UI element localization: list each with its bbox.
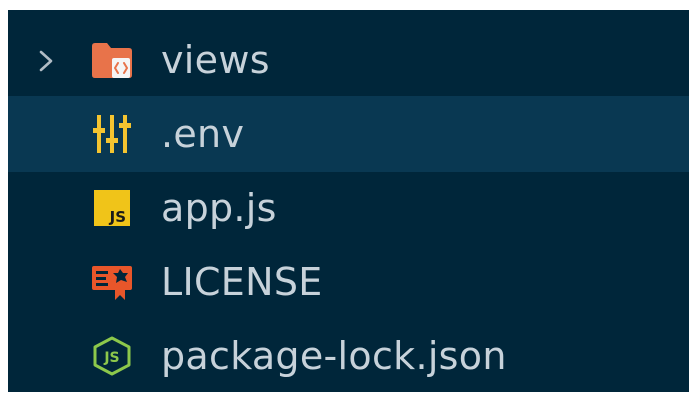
tree-item-label: .env: [161, 112, 245, 156]
tree-item-package-lock-json[interactable]: JS package-lock.json: [8, 318, 689, 394]
javascript-icon: JS: [94, 190, 130, 226]
tree-item-app-js[interactable]: JS app.js: [8, 170, 689, 246]
env-settings-icon: [93, 115, 131, 153]
svg-text:JS: JS: [109, 208, 126, 226]
tree-item-views[interactable]: views: [8, 22, 689, 98]
tree-item-env[interactable]: .env: [8, 96, 689, 172]
license-icon: [92, 266, 132, 300]
tree-item-label: LICENSE: [161, 260, 323, 304]
tree-item-label: app.js: [161, 186, 277, 230]
nodejs-icon: JS: [93, 336, 131, 376]
file-explorer: views .env JS app.js LICENSE JS package-…: [8, 10, 689, 392]
tree-item-label: views: [161, 38, 270, 82]
tree-item-label: package-lock.json: [161, 334, 507, 378]
views-folder-icon: [92, 43, 132, 78]
chevron-right-icon[interactable]: [36, 50, 56, 72]
tree-item-license[interactable]: LICENSE: [8, 244, 689, 320]
svg-text:JS: JS: [103, 350, 119, 366]
